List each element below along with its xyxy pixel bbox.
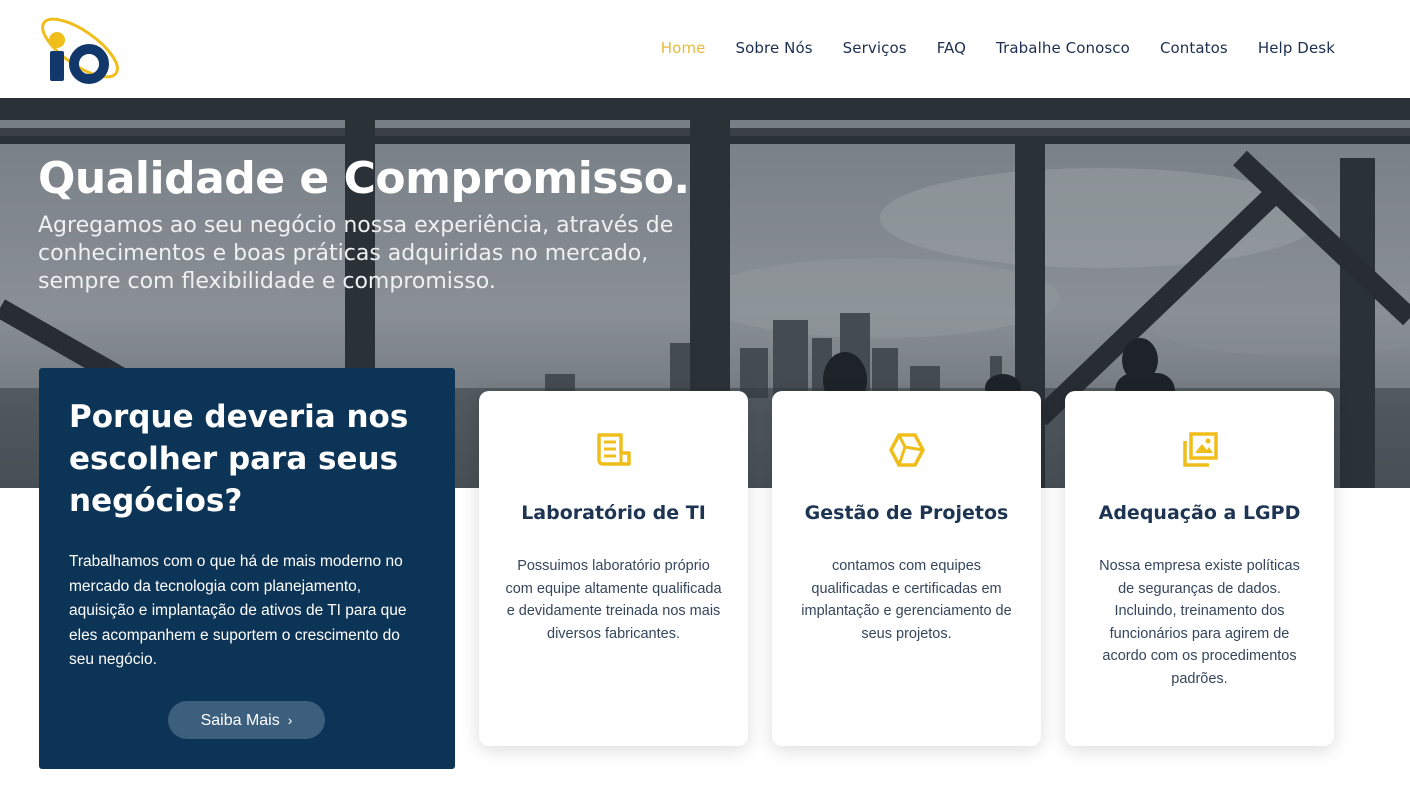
nav-trabalhe-conosco[interactable]: Trabalhe Conosco <box>996 37 1130 59</box>
card-title: Adequação a LGPD <box>1098 502 1301 524</box>
hero-subtitle: Agregamos ao seu negócio nossa experiênc… <box>38 213 674 294</box>
saiba-mais-label: Saiba Mais <box>200 712 280 729</box>
site-header: Home Sobre Nós Serviços FAQ Trabalhe Con… <box>0 0 1410 98</box>
card-text: contamos com equipes qualificadas e cert… <box>801 558 1012 642</box>
card-text: Nossa empresa existe políticas de segura… <box>1099 558 1300 687</box>
nav-faq[interactable]: FAQ <box>937 37 966 59</box>
main-nav: Home Sobre Nós Serviços FAQ Trabalhe Con… <box>631 37 1335 59</box>
why-title: Porque deveria nos escolher para seus ne… <box>69 399 409 519</box>
saiba-mais-button[interactable]: Saiba Mais › <box>168 701 325 739</box>
card-title: Gestão de Projetos <box>804 502 1009 524</box>
chevron-right-icon: › <box>287 712 293 728</box>
company-logo[interactable] <box>38 6 122 86</box>
service-card-laboratorio[interactable]: Laboratório de TI Possuimos laboratório … <box>479 391 748 746</box>
hero-title: Qualidade e Compromisso. <box>38 153 690 204</box>
nav-servicos[interactable]: Serviços <box>843 37 907 59</box>
nav-help-desk[interactable]: Help Desk <box>1258 37 1335 59</box>
nav-home[interactable]: Home <box>661 37 706 59</box>
why-text: Trabalhamos com o que há de mais moderno… <box>69 553 407 668</box>
nav-contatos[interactable]: Contatos <box>1160 37 1228 59</box>
nav-sobre-nos[interactable]: Sobre Nós <box>736 37 813 59</box>
hexagon-box-icon <box>889 433 925 467</box>
why-choose-us-panel: Porque deveria nos escolher para seus ne… <box>39 368 455 769</box>
service-card-lgpd[interactable]: Adequação a LGPD Nossa empresa existe po… <box>1065 391 1334 746</box>
images-icon <box>1183 432 1218 467</box>
document-icon <box>597 433 631 466</box>
card-title: Laboratório de TI <box>521 502 706 524</box>
service-card-gestao[interactable]: Gestão de Projetos contamos com equipes … <box>772 391 1041 746</box>
card-text: Possuimos laboratório próprio com equipe… <box>505 558 722 642</box>
